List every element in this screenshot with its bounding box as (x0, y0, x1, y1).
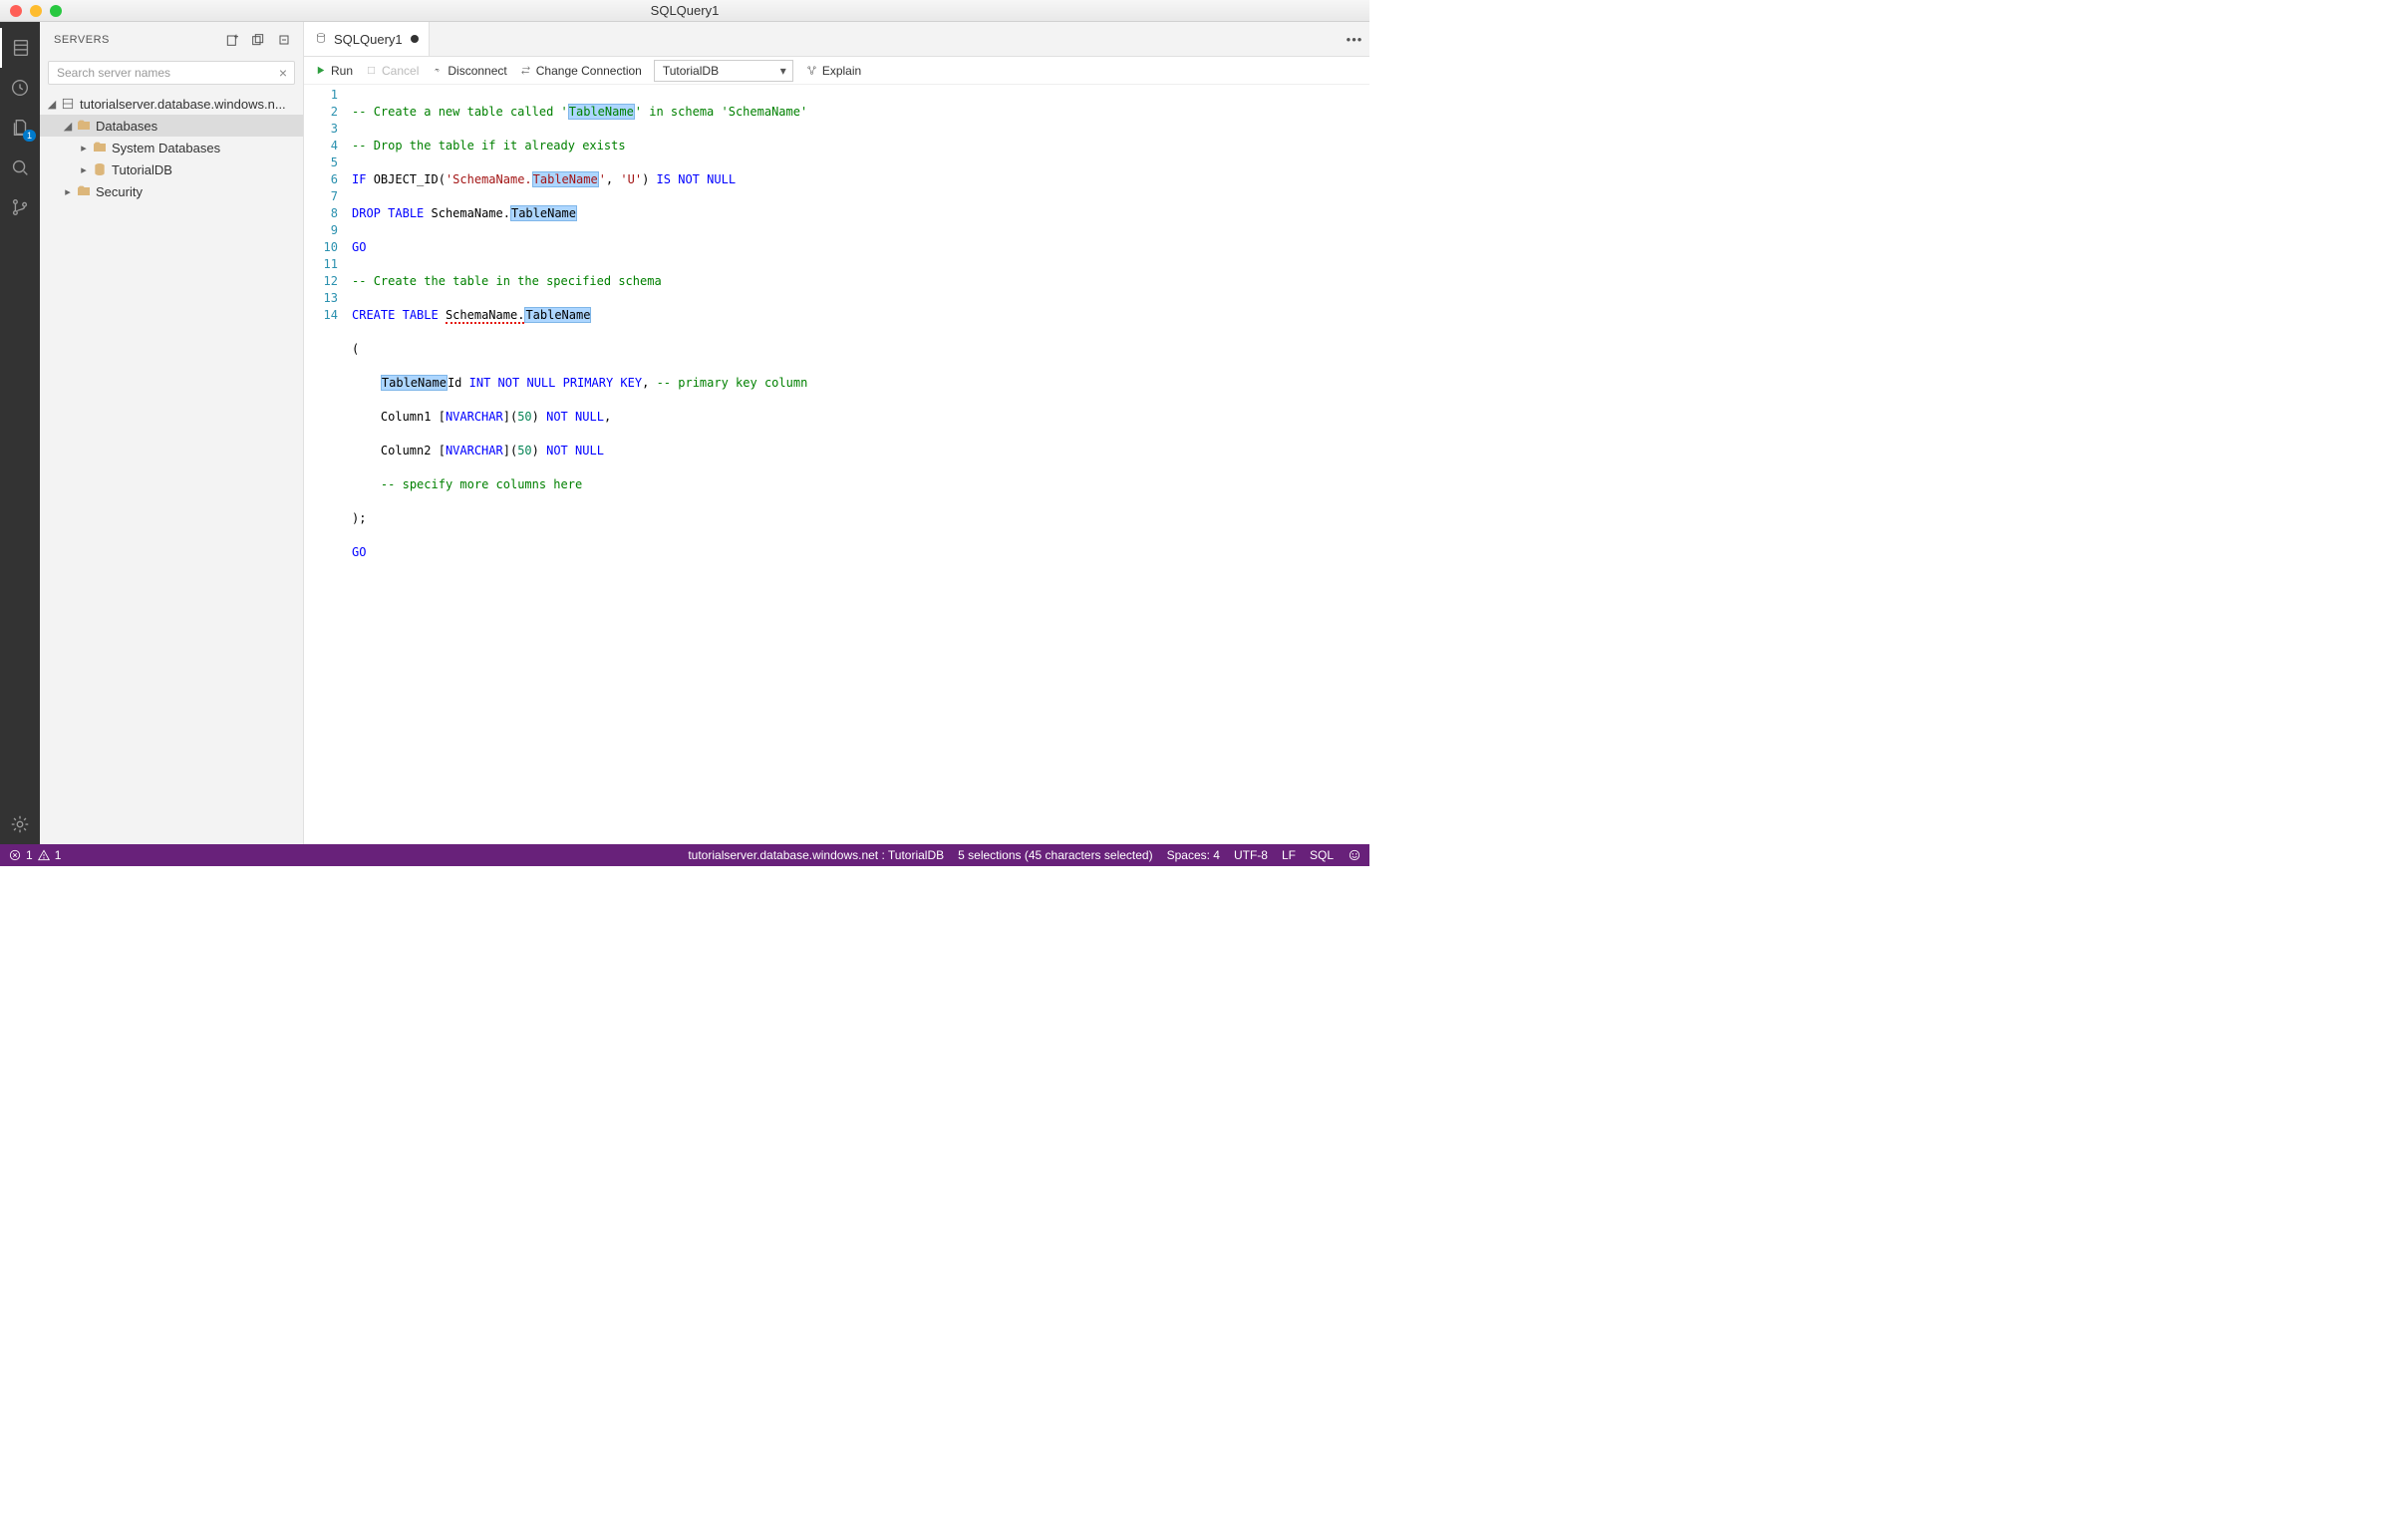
tab-sqlquery1[interactable]: SQLQuery1 (304, 22, 430, 56)
line-number-gutter: 1 2 3 4 5 6 7 8 9 10 11 12 13 14 (304, 85, 352, 844)
warning-icon (37, 848, 51, 862)
cancel-button[interactable]: Cancel (365, 64, 419, 78)
smiley-icon (1348, 848, 1361, 862)
code-content[interactable]: -- Create a new table called 'TableName'… (352, 85, 1369, 844)
status-encoding[interactable]: UTF-8 (1234, 848, 1268, 862)
activity-tasks[interactable] (0, 68, 40, 108)
clear-search-button[interactable]: × (275, 65, 291, 81)
change-connection-button[interactable]: Change Connection (519, 64, 642, 78)
search-icon (9, 156, 31, 178)
sidebar-header: SERVERS (40, 22, 303, 57)
status-selections[interactable]: 5 selections (45 characters selected) (958, 848, 1152, 862)
cancel-label: Cancel (382, 64, 419, 78)
tab-bar: SQLQuery1 ••• (304, 22, 1369, 57)
clock-icon (9, 77, 31, 99)
status-eol[interactable]: LF (1282, 848, 1296, 862)
run-label: Run (331, 64, 353, 78)
tab-label: SQLQuery1 (334, 32, 403, 47)
folder-icon (92, 140, 108, 155)
tab-overflow-button[interactable]: ••• (1340, 22, 1369, 56)
chevron-right-icon: ▸ (60, 183, 76, 199)
sql-file-icon (314, 31, 328, 48)
server-icon (10, 37, 32, 59)
activity-search[interactable] (0, 148, 40, 187)
database-select-value: TutorialDB (663, 64, 719, 78)
code-editor[interactable]: 1 2 3 4 5 6 7 8 9 10 11 12 13 14 -- Crea… (304, 85, 1369, 844)
explain-label: Explain (822, 64, 861, 78)
titlebar: SQLQuery1 (0, 0, 1369, 22)
tree-security-label: Security (96, 184, 143, 199)
search-input[interactable] (48, 61, 295, 85)
explain-icon (805, 64, 818, 77)
activity-servers[interactable] (0, 28, 40, 68)
tree-sysdb-label: System Databases (112, 141, 220, 155)
error-icon (8, 848, 22, 862)
chevron-down-icon: ◢ (60, 118, 76, 134)
minimize-window-button[interactable] (30, 5, 42, 17)
tree-security-node[interactable]: ▸ Security (40, 180, 303, 202)
new-connection-button[interactable] (221, 29, 243, 51)
activity-settings[interactable] (0, 804, 40, 844)
swap-icon (519, 64, 532, 77)
play-icon (314, 64, 327, 77)
change-connection-label: Change Connection (536, 64, 642, 78)
window-title: SQLQuery1 (651, 3, 720, 18)
query-toolbar: Run Cancel Disconnect Change Connection … (304, 57, 1369, 85)
activity-bar: 1 (0, 22, 40, 844)
editor-area: SQLQuery1 ••• Run Cancel Disconnect Ch (304, 22, 1369, 844)
tree-databases-label: Databases (96, 119, 157, 134)
status-warning-count: 1 (55, 848, 62, 862)
tree-tutorialdb-label: TutorialDB (112, 162, 172, 177)
status-bar: 1 1 tutorialserver.database.windows.net … (0, 844, 1369, 866)
tree-server-label: tutorialserver.database.windows.n... (80, 97, 286, 112)
branch-icon (9, 196, 31, 218)
tree-system-databases-node[interactable]: ▸ System Databases (40, 137, 303, 158)
tree-tutorialdb-node[interactable]: ▸ TutorialDB (40, 158, 303, 180)
activity-explorer[interactable]: 1 (0, 108, 40, 148)
folder-icon (76, 183, 92, 199)
disconnect-label: Disconnect (448, 64, 506, 78)
window-controls (0, 5, 62, 17)
sidebar-search: × (40, 57, 303, 89)
run-button[interactable]: Run (314, 64, 353, 78)
gear-icon (9, 813, 31, 835)
status-language[interactable]: SQL (1310, 848, 1334, 862)
new-group-icon (250, 32, 266, 48)
chevron-right-icon: ▸ (76, 161, 92, 177)
status-problems[interactable]: 1 1 (8, 848, 61, 862)
activity-source-control[interactable] (0, 187, 40, 227)
maximize-window-button[interactable] (50, 5, 62, 17)
explorer-badge: 1 (23, 130, 36, 142)
disconnect-button[interactable]: Disconnect (431, 64, 506, 78)
sidebar-title: SERVERS (48, 34, 221, 46)
database-icon (92, 161, 108, 177)
new-connection-icon (224, 32, 240, 48)
folder-icon (76, 118, 92, 134)
server-icon (60, 96, 76, 112)
disconnect-icon (431, 64, 444, 77)
tree-databases-node[interactable]: ◢ Databases (40, 115, 303, 137)
stop-icon (365, 64, 378, 77)
close-window-button[interactable] (10, 5, 22, 17)
new-group-button[interactable] (247, 29, 269, 51)
server-tree: ◢ tutorialserver.database.windows.n... ◢… (40, 89, 303, 202)
sidebar: SERVERS × ◢ (40, 22, 304, 844)
database-select[interactable]: TutorialDB (654, 60, 793, 82)
status-error-count: 1 (26, 848, 33, 862)
status-spaces[interactable]: Spaces: 4 (1167, 848, 1220, 862)
collapse-all-button[interactable] (273, 29, 295, 51)
chevron-right-icon: ▸ (76, 140, 92, 155)
status-feedback[interactable] (1348, 848, 1361, 862)
chevron-down-icon: ◢ (44, 96, 60, 112)
collapse-icon (276, 32, 292, 48)
explain-button[interactable]: Explain (805, 64, 861, 78)
dirty-indicator-icon (411, 35, 419, 43)
tree-server-node[interactable]: ◢ tutorialserver.database.windows.n... (40, 93, 303, 115)
status-connection[interactable]: tutorialserver.database.windows.net : Tu… (688, 848, 944, 862)
